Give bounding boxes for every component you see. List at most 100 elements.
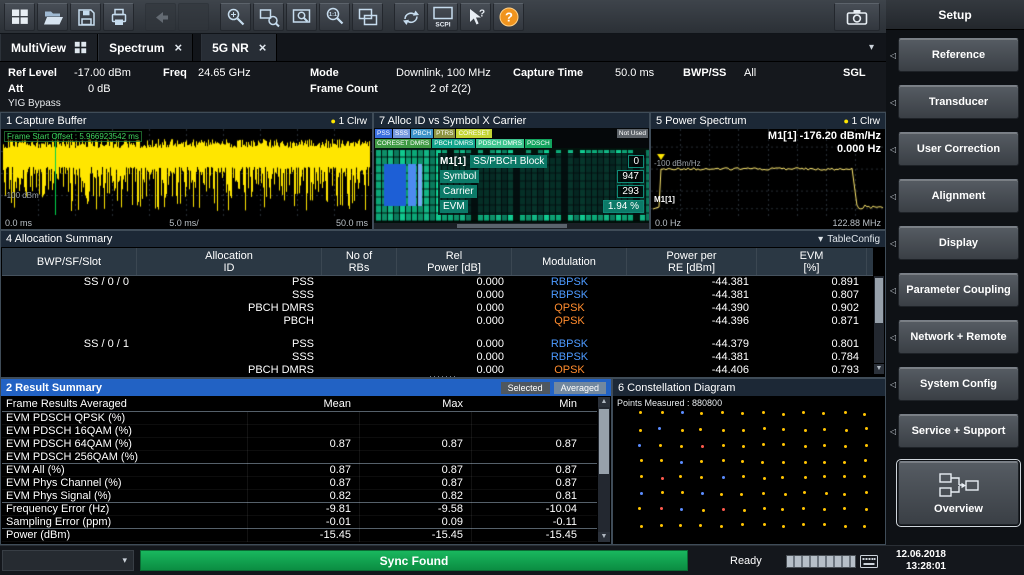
softkey-overview[interactable]: Overview bbox=[898, 461, 1019, 525]
power-spectrum-header[interactable]: 5 Power Spectrum ● 1 Clrw bbox=[651, 113, 885, 129]
constellation-header[interactable]: 6 Constellation Diagram bbox=[613, 379, 885, 396]
allocation-summary-panel: 4 Allocation Summary ▾TableConfig BWP/SF… bbox=[0, 230, 886, 378]
alloc-h-scrollbar[interactable] bbox=[374, 223, 649, 229]
context-help-button[interactable]: ? bbox=[460, 3, 491, 31]
result-row[interactable]: Sampling Error (ppm)-0.010.09-0.11 bbox=[2, 516, 597, 529]
result-v-scrollbar[interactable]: ▲ ▼ bbox=[598, 397, 610, 542]
softkey-transducer[interactable]: Transducer bbox=[898, 85, 1019, 119]
softkey-arrow-icon: ◁ bbox=[888, 380, 898, 389]
allocation-row[interactable]: SSS0.000RBPSK-44.3810.807 bbox=[2, 289, 873, 302]
tab-spectrum[interactable]: Spectrum × bbox=[98, 34, 193, 61]
softkey-arrow-icon: ◁ bbox=[888, 51, 898, 60]
ref-level-value[interactable]: -17.00 dBm bbox=[74, 67, 131, 79]
save-button[interactable] bbox=[70, 3, 101, 31]
scroll-down-icon[interactable]: ▼ bbox=[874, 364, 884, 374]
result-row[interactable]: EVM PDSCH QPSK (%) bbox=[2, 412, 597, 425]
zoom-button[interactable] bbox=[220, 3, 251, 31]
svg-text:1:1: 1:1 bbox=[329, 12, 337, 18]
tab-5g-nr[interactable]: 5G NR × bbox=[201, 34, 277, 61]
result-row[interactable]: EVM Phys Channel (%)0.870.870.87 bbox=[2, 477, 597, 490]
allocation-row[interactable]: SSS0.000RBPSK-44.3810.784 bbox=[2, 351, 873, 364]
softkey-service-support[interactable]: Service + Support bbox=[898, 414, 1019, 448]
result-row[interactable]: EVM PDSCH 256QAM (%) bbox=[2, 451, 597, 464]
zoom-window-button[interactable] bbox=[286, 3, 317, 31]
close-icon[interactable]: × bbox=[174, 40, 182, 55]
att-value[interactable]: 0 dB bbox=[88, 83, 111, 95]
ref-level-label: Ref Level bbox=[8, 67, 57, 79]
scpi-recorder-button[interactable]: SCPI bbox=[427, 3, 458, 31]
softkey-parameter-coupling[interactable]: Parameter Coupling bbox=[898, 273, 1019, 307]
datetime[interactable]: 12.06.2018 13:28:01 bbox=[878, 549, 946, 573]
capture-buffer-header[interactable]: 1 Capture Buffer ● 1 Clrw bbox=[1, 113, 372, 129]
allocation-row[interactable]: SS / 0 / 0PSS0.000RBPSK-44.3810.891 bbox=[2, 276, 873, 289]
result-summary-header[interactable]: 2 Result Summary Selected Averaged bbox=[1, 379, 611, 396]
table-config-button[interactable]: ▾TableConfig bbox=[818, 234, 880, 245]
marker-info-box: M1[1] SS/PBCH Block 0 Symbol947Carrier29… bbox=[438, 153, 646, 215]
softkey-user-correction[interactable]: User Correction bbox=[898, 132, 1019, 166]
redo-button[interactable] bbox=[178, 3, 209, 31]
split-display-button[interactable] bbox=[352, 3, 383, 31]
softkey-reference[interactable]: Reference bbox=[898, 38, 1019, 72]
mode-value[interactable]: Downlink, 100 MHz bbox=[396, 67, 491, 79]
overview-icon bbox=[938, 472, 980, 501]
undo-button[interactable] bbox=[145, 3, 176, 31]
open-button[interactable] bbox=[37, 3, 68, 31]
help-button[interactable]: ? bbox=[493, 3, 524, 31]
camera-button[interactable] bbox=[834, 3, 880, 31]
spectrum-x-axis: 0.0 Hz 122.88 MHz bbox=[651, 217, 885, 229]
softkey-alignment[interactable]: Alignment bbox=[898, 179, 1019, 213]
keyboard-icon[interactable] bbox=[860, 555, 878, 573]
windows-button[interactable] bbox=[4, 3, 35, 31]
panel-title: 2 Result Summary bbox=[6, 382, 102, 394]
allocation-row[interactable]: SS / 0 / 1PSS0.000RBPSK-44.3790.801 bbox=[2, 338, 873, 351]
freq-value[interactable]: 24.65 GHz bbox=[198, 67, 251, 79]
x-end: 50.0 ms bbox=[336, 218, 368, 228]
allocation-summary-header[interactable]: 4 Allocation Summary ▾TableConfig bbox=[1, 231, 885, 247]
result-row[interactable]: Power (dBm)-15.45-15.45-15.45 bbox=[2, 529, 597, 542]
tab-label: MultiView bbox=[11, 41, 66, 55]
close-icon[interactable]: × bbox=[259, 40, 267, 55]
power-spectrum-plot[interactable]: M1[1] -176.20 dBm/Hz 0.000 Hz -100 dBm/H… bbox=[651, 129, 885, 217]
allocation-row[interactable]: PBCH0.000QPSK-44.3960.871 bbox=[2, 315, 873, 328]
result-row[interactable]: Frequency Error (Hz)-9.81-9.58-10.04 bbox=[2, 503, 597, 516]
capture-buffer-plot[interactable]: Frame Start Offset : 5.966923542 ms -100… bbox=[1, 129, 372, 217]
print-button[interactable] bbox=[103, 3, 134, 31]
tab-overflow-icon[interactable]: ▾ bbox=[857, 42, 886, 53]
trace-legend: ● 1 Clrw bbox=[330, 116, 367, 127]
bwp-ss-value[interactable]: All bbox=[744, 67, 756, 79]
marker-label: M1[1] bbox=[654, 195, 675, 204]
scroll-up-icon[interactable]: ▲ bbox=[598, 397, 610, 407]
frame-count-value[interactable]: 2 of 2(2) bbox=[430, 83, 471, 95]
result-row[interactable]: EVM PDSCH 64QAM (%)0.870.870.87 bbox=[2, 438, 597, 451]
date: 12.06.2018 bbox=[878, 549, 946, 561]
softkey-arrow-icon: ◁ bbox=[888, 286, 898, 295]
toolbar: 1:1 SCPI?? bbox=[0, 0, 886, 34]
multi-zoom-button[interactable] bbox=[253, 3, 284, 31]
trace-legend: ● 1 Clrw bbox=[843, 116, 880, 127]
tab-averaged[interactable]: Averaged bbox=[554, 382, 606, 394]
allocation-v-scrollbar[interactable] bbox=[874, 276, 884, 363]
softkey-network-remote[interactable]: Network + Remote bbox=[898, 320, 1019, 354]
result-row[interactable]: EVM All (%)0.870.870.87 bbox=[2, 464, 597, 477]
tab-label: Spectrum bbox=[109, 41, 164, 55]
softkey-system-config[interactable]: System Config bbox=[898, 367, 1019, 401]
scroll-down-icon[interactable]: ▼ bbox=[598, 532, 610, 542]
legend-coreset: CORESET bbox=[456, 129, 491, 138]
capture-time-value[interactable]: 50.0 ms bbox=[615, 67, 654, 79]
tab-multiview[interactable]: MultiView bbox=[0, 34, 98, 61]
softkey-label: System Config bbox=[920, 378, 997, 390]
tab-selected[interactable]: Selected bbox=[501, 382, 550, 394]
alloc-grid-plot[interactable]: M1[1] SS/PBCH Block 0 Symbol947Carrier29… bbox=[374, 148, 649, 223]
constellation-plot[interactable]: Points Measured : 880800 bbox=[613, 396, 885, 544]
result-row[interactable]: EVM Phys Signal (%)0.820.820.81 bbox=[2, 490, 597, 503]
alloc-id-header[interactable]: 7 Alloc ID vs Symbol X Carrier bbox=[374, 113, 649, 128]
frame-count-label: Frame Count bbox=[310, 83, 378, 95]
allocation-row[interactable]: PBCH DMRS0.000QPSK-44.3900.902 bbox=[2, 302, 873, 315]
capture-waveform-canvas[interactable] bbox=[1, 129, 372, 217]
result-row[interactable]: EVM PDSCH 16QAM (%) bbox=[2, 425, 597, 438]
status-dropdown[interactable]: ▾ bbox=[2, 550, 134, 571]
softkey-display[interactable]: Display bbox=[898, 226, 1019, 260]
zoom-1to1-button[interactable]: 1:1 bbox=[319, 3, 350, 31]
continuous-sweep-button[interactable] bbox=[394, 3, 425, 31]
x-scale: 5.0 ms/ bbox=[169, 218, 199, 228]
